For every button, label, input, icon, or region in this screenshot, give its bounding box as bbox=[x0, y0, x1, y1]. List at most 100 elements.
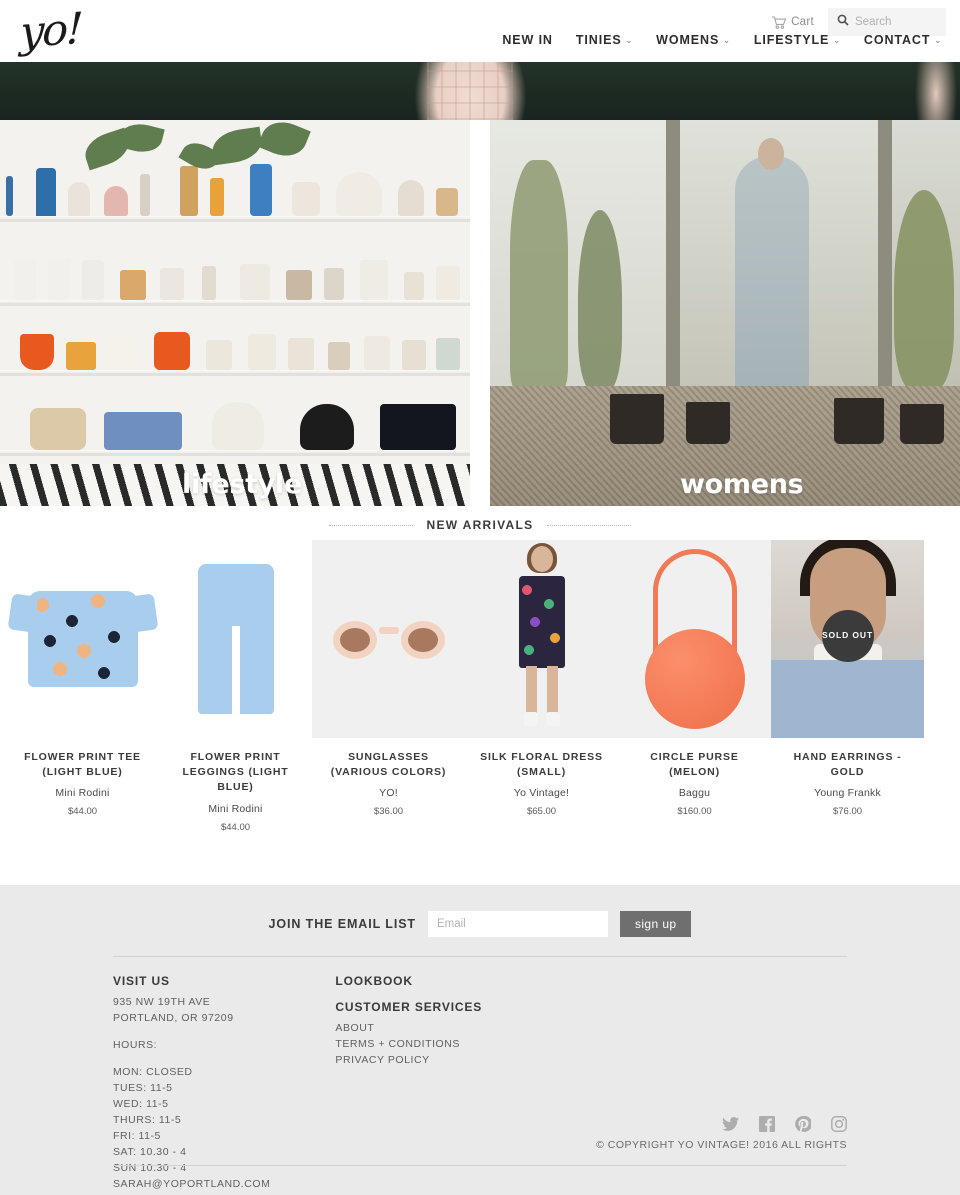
product-price: $76.00 bbox=[832, 806, 863, 818]
product-info: FLOWER PRINT LEGGINGS (LIGHT BLUE) Mini … bbox=[159, 738, 312, 833]
product-title[interactable]: SILK FLORAL DRESS (SMALL) bbox=[473, 750, 610, 780]
pinterest-icon[interactable] bbox=[795, 1116, 811, 1132]
category-tile-womens[interactable]: womens bbox=[490, 120, 960, 506]
product-vendor: Yo Vintage! bbox=[513, 787, 570, 800]
product-vendor: Young Frankk bbox=[814, 787, 881, 800]
product-title[interactable]: HAND EARRINGS - GOLD bbox=[779, 750, 916, 780]
sign-up-button[interactable]: sign up bbox=[619, 911, 692, 937]
nav-item-new-in[interactable]: NEW IN bbox=[502, 33, 553, 47]
newsletter-signup: JOIN THE EMAIL LIST sign up bbox=[0, 885, 960, 937]
search-box[interactable] bbox=[828, 8, 946, 36]
product-image[interactable] bbox=[465, 540, 618, 738]
footer-column-visit-us: VISIT US 935 NW 19TH AVE PORTLAND, OR 97… bbox=[113, 974, 270, 1192]
product-price: $65.00 bbox=[526, 806, 557, 818]
site-footer: JOIN THE EMAIL LIST sign up VISIT US 935… bbox=[0, 885, 960, 1195]
cart-link[interactable]: Cart bbox=[772, 15, 814, 29]
section-title: NEW ARRIVALS bbox=[426, 518, 534, 532]
nav-item-contact[interactable]: CONTACT ⌄ bbox=[864, 33, 942, 47]
category-label-womens: womens bbox=[680, 469, 804, 500]
product-title[interactable]: FLOWER PRINT TEE (LIGHT BLUE) bbox=[14, 750, 151, 780]
nav-label: WOMENS bbox=[656, 33, 720, 47]
footer-column-links: LOOKBOOK CUSTOMER SERVICES ABOUT TERMS +… bbox=[335, 974, 482, 1192]
nav-label: NEW IN bbox=[502, 33, 553, 47]
product-image[interactable]: SOLD OUT bbox=[771, 540, 924, 738]
product-title[interactable]: FLOWER PRINT LEGGINGS (LIGHT BLUE) bbox=[167, 750, 304, 796]
chevron-down-icon: ⌄ bbox=[833, 36, 841, 45]
hours-label: HOURS: bbox=[113, 1038, 158, 1051]
nav-label: CONTACT bbox=[863, 33, 931, 47]
main-navigation: NEW IN TINIES ⌄ WOMENS ⌄ LIFESTYLE ⌄ CON… bbox=[502, 33, 942, 47]
cart-label: Cart bbox=[791, 16, 814, 28]
hours-tuesday: TUES: 11-5 bbox=[113, 1081, 173, 1094]
facebook-icon[interactable] bbox=[759, 1116, 775, 1132]
footer-link-privacy[interactable]: PRIVACY POLICY bbox=[335, 1053, 482, 1069]
tee-artwork bbox=[27, 591, 138, 687]
product-card[interactable]: SILK FLORAL DRESS (SMALL) Yo Vintage! $6… bbox=[465, 540, 618, 833]
product-card[interactable]: CIRCLE PURSE (MELON) Baggu $160.00 bbox=[618, 540, 771, 833]
product-image[interactable] bbox=[6, 540, 159, 738]
category-label-lifestyle: lifestyle bbox=[182, 469, 303, 500]
womens-photo bbox=[490, 120, 960, 506]
address-line-2: PORTLAND, OR 97209 bbox=[113, 1011, 234, 1024]
instagram-icon[interactable] bbox=[831, 1116, 847, 1132]
product-vendor: Mini Rodini bbox=[55, 787, 110, 800]
chevron-down-icon: ⌄ bbox=[934, 36, 942, 45]
footer-heading-customer-services: CUSTOMER SERVICES bbox=[335, 1000, 483, 1014]
footer-divider-bottom bbox=[113, 1165, 847, 1166]
site-logo[interactable]: yo! bbox=[19, 4, 82, 59]
lifestyle-photo bbox=[0, 120, 470, 506]
product-price: $36.00 bbox=[373, 806, 404, 818]
footer-columns: VISIT US 935 NW 19TH AVE PORTLAND, OR 97… bbox=[0, 957, 960, 1192]
hero-banner[interactable] bbox=[0, 62, 960, 120]
sunglasses-artwork bbox=[329, 613, 449, 665]
product-card[interactable]: FLOWER PRINT LEGGINGS (LIGHT BLUE) Mini … bbox=[159, 540, 312, 833]
nav-item-lifestyle[interactable]: LIFESTYLE ⌄ bbox=[754, 33, 841, 47]
chevron-down-icon: ⌄ bbox=[723, 36, 731, 45]
category-tile-lifestyle[interactable]: lifestyle bbox=[0, 120, 470, 506]
divider-right bbox=[547, 524, 632, 526]
search-input[interactable] bbox=[855, 16, 938, 28]
status-badge-sold-out: SOLD OUT bbox=[821, 610, 874, 662]
twitter-icon[interactable] bbox=[722, 1117, 739, 1131]
product-image[interactable] bbox=[618, 540, 771, 738]
address-line-1: 935 NW 19TH AVE bbox=[113, 996, 211, 1008]
category-banners: lifestyle womens bbox=[0, 120, 960, 506]
hours-friday: FRI: 11-5 bbox=[113, 1129, 161, 1142]
product-info: HAND EARRINGS - GOLD Young Frankk $76.00 bbox=[771, 738, 924, 817]
nav-label: TINIES bbox=[575, 33, 622, 47]
nav-label: LIFESTYLE bbox=[753, 33, 830, 47]
footer-link-terms[interactable]: TERMS + CONDITIONS bbox=[335, 1037, 482, 1053]
chevron-down-icon: ⌄ bbox=[625, 36, 634, 45]
nav-item-tinies[interactable]: TINIES ⌄ bbox=[576, 33, 633, 47]
product-image[interactable] bbox=[159, 540, 312, 738]
product-info: SUNGLASSES (VARIOUS COLORS) YO! $36.00 bbox=[312, 738, 465, 817]
product-card[interactable]: SUNGLASSES (VARIOUS COLORS) YO! $36.00 bbox=[312, 540, 465, 833]
product-info: CIRCLE PURSE (MELON) Baggu $160.00 bbox=[618, 738, 771, 817]
product-card[interactable]: SOLD OUT HAND EARRINGS - GOLD Young Fran… bbox=[771, 540, 924, 833]
nav-item-womens[interactable]: WOMENS ⌄ bbox=[656, 33, 731, 47]
site-header: yo! Cart NEW IN TINIES ⌄ WOMENS ⌄ LIFE bbox=[0, 0, 960, 62]
search-icon bbox=[837, 13, 849, 31]
product-title[interactable]: CIRCLE PURSE (MELON) bbox=[626, 750, 763, 780]
product-vendor: YO! bbox=[379, 787, 398, 800]
dress-artwork bbox=[510, 543, 574, 732]
shopping-cart-icon bbox=[772, 15, 787, 29]
hours-sunday: SUN 10.30 - 4 bbox=[113, 1161, 187, 1174]
product-grid: FLOWER PRINT TEE (LIGHT BLUE) Mini Rodin… bbox=[0, 540, 960, 833]
product-vendor: Baggu bbox=[678, 787, 711, 800]
contact-email[interactable]: SARAH@YOPORTLAND.COM bbox=[113, 1177, 270, 1193]
divider-left bbox=[328, 524, 413, 526]
product-image[interactable] bbox=[312, 540, 465, 738]
footer-link-lookbook[interactable]: LOOKBOOK bbox=[335, 974, 482, 988]
footer-link-about[interactable]: ABOUT bbox=[335, 1021, 482, 1037]
purse-artwork bbox=[643, 549, 747, 729]
product-card[interactable]: FLOWER PRINT TEE (LIGHT BLUE) Mini Rodin… bbox=[6, 540, 159, 833]
product-info: SILK FLORAL DRESS (SMALL) Yo Vintage! $6… bbox=[465, 738, 618, 817]
footer-heading-visit-us: VISIT US bbox=[113, 974, 170, 988]
copyright-text: © COPYRIGHT YO VINTAGE! 2016 ALL RIGHTS bbox=[596, 1139, 847, 1151]
social-links bbox=[722, 1116, 847, 1132]
new-arrivals-header: NEW ARRIVALS bbox=[0, 515, 960, 535]
product-title[interactable]: SUNGLASSES (VARIOUS COLORS) bbox=[320, 750, 457, 780]
hours-saturday: SAT: 10.30 - 4 bbox=[113, 1145, 187, 1158]
email-field[interactable] bbox=[427, 911, 608, 937]
